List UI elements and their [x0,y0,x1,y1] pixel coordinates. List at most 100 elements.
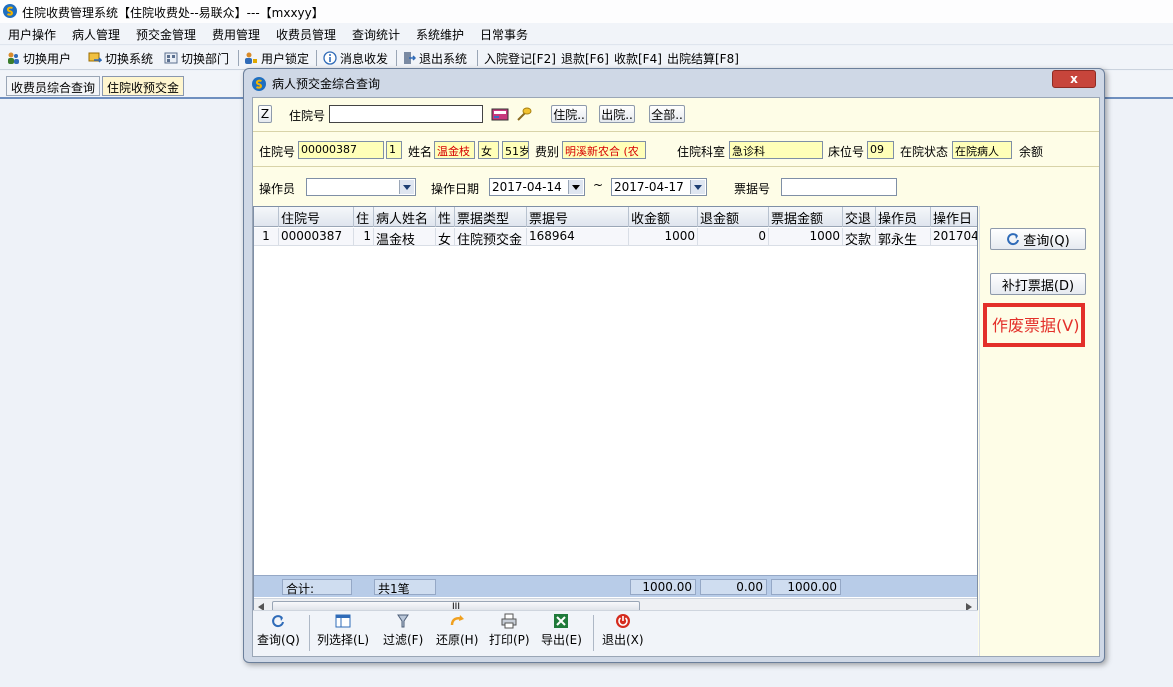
dialog-client: Z 住院号 住院.. 出院.. 全部.. 住院号 00000387 1 姓名 温… [252,97,1100,657]
fee-type-field: 明溪新农合 (农 [562,141,646,159]
search-inpatient-no-input[interactable] [329,105,483,123]
discharged-button[interactable]: 出院.. [599,105,635,123]
discharged-button-label: 出院.. [601,107,633,122]
brush-icon[interactable] [515,105,533,123]
footer-sum-in: 1000.00 [630,579,696,595]
column-select-label: 列选择(L) [317,633,370,647]
card-reader-icon[interactable] [491,106,509,122]
admission-button[interactable]: 入院登记[F2] [484,49,556,67]
tab-cashier-query[interactable]: 收费员综合查询 [6,76,101,96]
switch-system-icon [88,52,102,63]
patient-no-label: 住院号 [259,145,296,159]
grid-row-header-corner [254,207,279,227]
menu-cashier-mgmt[interactable]: 收费员管理 [276,26,336,43]
charge-button[interactable]: 收款[F4] [614,49,662,67]
exit-door-icon [404,52,416,64]
bottom-divider [593,615,594,651]
balance-label: 余额 [1019,145,1044,159]
exit-system-button[interactable]: 退出系统 [402,49,467,67]
dialog-close-button[interactable]: x [1052,70,1096,88]
all-patients-button[interactable]: 全部.. [649,105,685,123]
tab-deposit[interactable]: 住院收预交金 [102,76,185,96]
menu-daily-affairs[interactable]: 日常事务 [480,26,528,43]
col-header-amount-in[interactable]: 收金额 [629,207,698,227]
menu-fee-mgmt[interactable]: 费用管理 [212,26,260,43]
date-to-dropdown-arrow[interactable] [690,180,705,194]
print-button[interactable]: 打印(P) [489,613,530,648]
refund-button[interactable]: 退款[F6] [561,49,609,67]
cell-sex: 女 [436,228,455,246]
footer-sum-receipt: 1000.00 [771,579,841,595]
restore-button[interactable]: 还原(H) [436,613,478,648]
menu-bar: 用户操作 病人管理 预交金管理 费用管理 收费员管理 查询统计 系统维护 日常事… [0,23,1173,45]
col-header-inpatient-no[interactable]: 住院号 [279,207,354,227]
cell-operator: 郭永生 [876,228,931,246]
column-select-button[interactable]: 列选择(L) [317,613,369,648]
switch-dept-button[interactable]: 切换部门 [164,49,229,67]
bottom-query-button[interactable]: 查询(Q) [257,613,300,648]
toolbar-divider [396,50,397,66]
power-icon [615,614,630,628]
chevron-down-icon [694,184,702,190]
reprint-receipt-label: 补打票据(D) [1001,278,1075,294]
col-header-receipt-no[interactable]: 票据号 [527,207,629,227]
z-button[interactable]: Z [258,105,272,123]
menu-system-maint[interactable]: 系统维护 [416,26,464,43]
funnel-icon [397,614,410,628]
printer-icon [501,613,517,629]
export-button[interactable]: 导出(E) [541,613,582,648]
cell-times: 1 [354,228,374,246]
status-field: 在院病人 [952,141,1012,159]
deposit-query-dialog: 病人预交金综合查询 x Z 住院号 住院.. 出院.. 全部.. 住院号 000… [243,68,1105,663]
messages-button[interactable]: 消息收发 [323,49,388,67]
date-from-dropdown-arrow[interactable] [568,180,583,194]
deposit-grid: 住院号 住 病人姓名 性 票据类型 票据号 收金额 退金额 票据金额 交退 操作… [253,206,978,616]
fee-type-label: 费别 [535,145,560,159]
reprint-receipt-button[interactable]: 补打票据(D) [990,273,1086,295]
table-row[interactable]: 1 00000387 1 温金枝 女 住院预交金 168964 1000 0 1… [254,228,977,246]
name-label: 姓名 [408,145,433,159]
col-header-op-date[interactable]: 操作日 [931,207,977,227]
col-header-patient-name[interactable]: 病人姓名 [374,207,436,227]
switch-system-button[interactable]: 切换系统 [88,49,153,67]
grid-header: 住院号 住 病人姓名 性 票据类型 票据号 收金额 退金额 票据金额 交退 操作… [254,207,977,227]
col-header-pay-type[interactable]: 交退 [843,207,876,227]
lock-user-button[interactable]: 用户锁定 [244,49,309,67]
cell-op-date: 201704: [931,228,977,246]
exit-button[interactable]: 退出(X) [602,613,644,648]
row-number: 1 [254,228,279,246]
patient-age-field: 51岁 [502,141,529,159]
bottom-divider [309,615,310,651]
date-to-value: 2017-04-17 [614,180,684,194]
cell-receipt-type: 住院预交金 [455,228,527,246]
undo-arrow-icon [450,615,465,626]
filter-button[interactable]: 过滤(F) [383,613,423,648]
col-header-amount-out[interactable]: 退金额 [698,207,769,227]
switch-user-button[interactable]: 切换用户 [6,49,71,67]
operator-dropdown-arrow[interactable] [399,180,414,194]
inpatients-button[interactable]: 住院.. [551,105,587,123]
receipt-no-input[interactable] [781,178,897,196]
side-query-button[interactable]: 查询(Q) [990,228,1086,250]
col-header-operator[interactable]: 操作员 [876,207,931,227]
status-label: 在院状态 [900,145,949,159]
admission-times-field: 1 [386,141,402,159]
info-icon [323,51,337,65]
menu-patient-mgmt[interactable]: 病人管理 [72,26,120,43]
op-date-label: 操作日期 [431,182,480,196]
menu-query-stats[interactable]: 查询统计 [352,26,400,43]
menu-deposit-mgmt[interactable]: 预交金管理 [136,26,196,43]
void-receipt-button[interactable]: 作废票据(V) [992,312,1079,336]
menu-user-ops[interactable]: 用户操作 [8,26,56,43]
toolbar-divider [238,50,239,66]
col-header-times[interactable]: 住 [354,207,374,227]
col-header-receipt-amount[interactable]: 票据金额 [769,207,843,227]
cell-pay-type: 交款 [843,228,876,246]
col-header-receipt-type[interactable]: 票据类型 [455,207,527,227]
discharge-button[interactable]: 出院结算[F8] [667,49,739,67]
messages-label: 消息收发 [340,51,389,66]
col-header-sex[interactable]: 性 [436,207,455,227]
toolbar-divider [316,50,317,66]
toolbar-divider [477,50,478,66]
columns-icon [335,614,351,628]
